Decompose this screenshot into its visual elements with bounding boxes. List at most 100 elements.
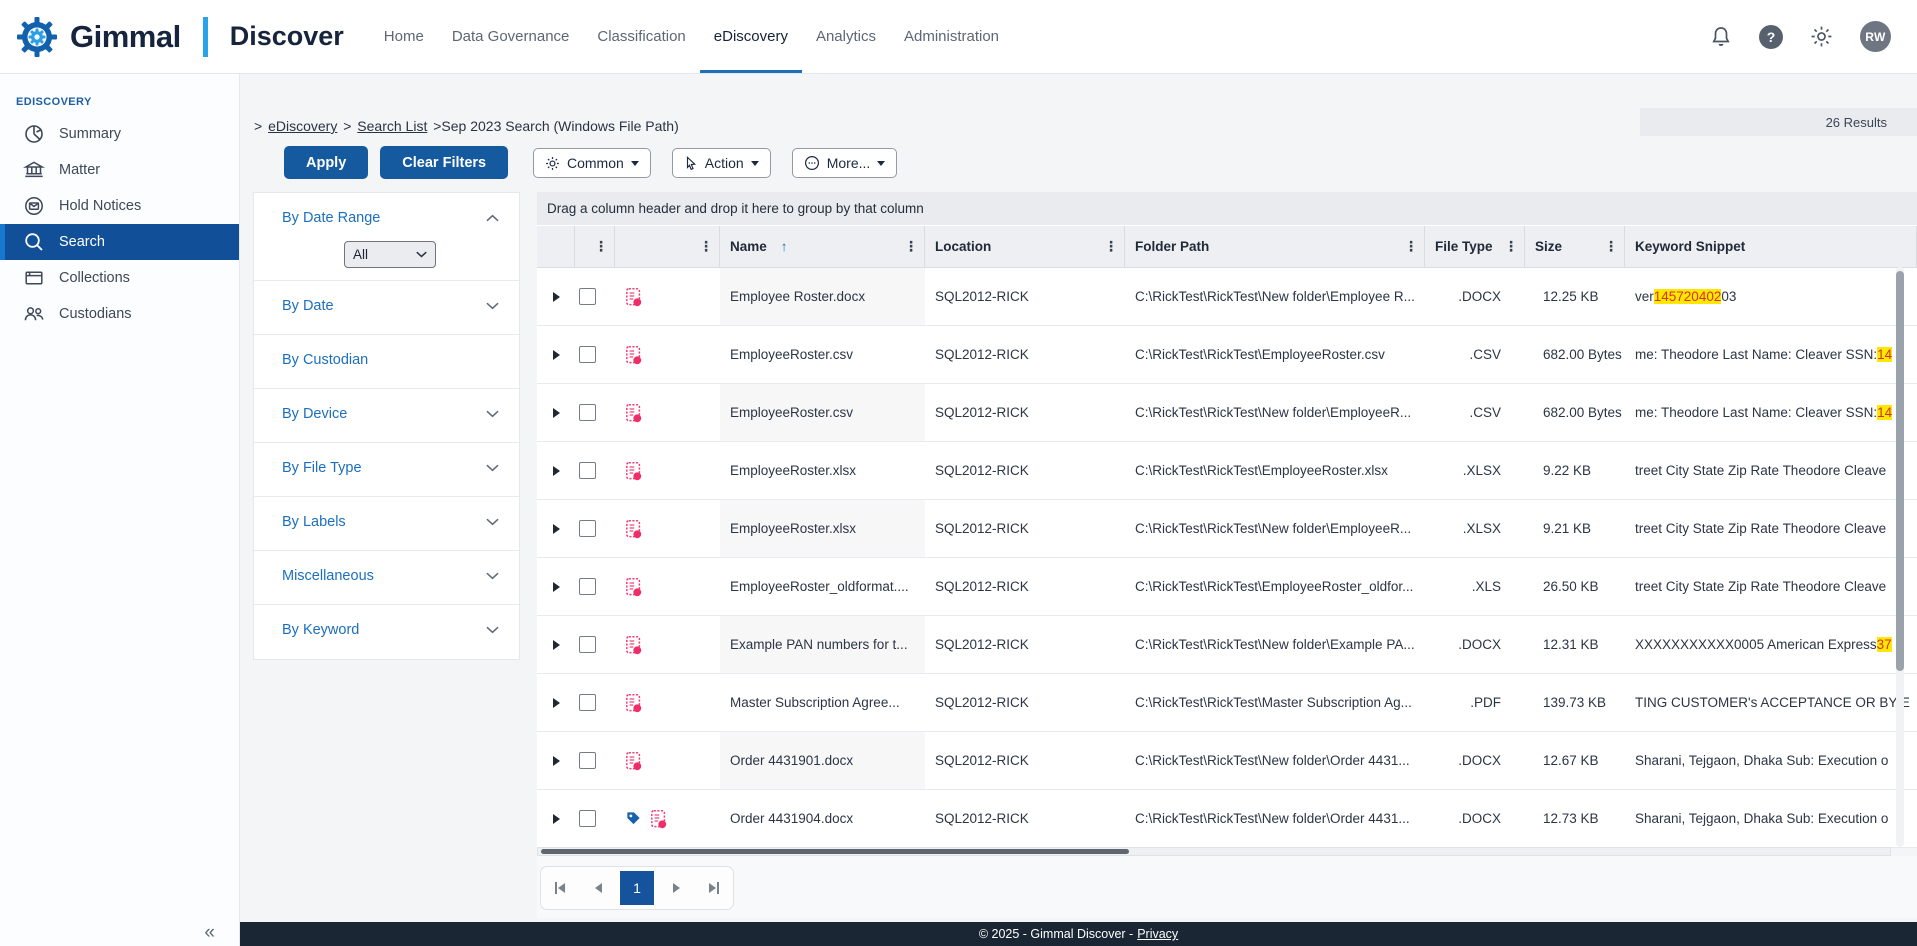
common-dropdown-button[interactable]: Common — [533, 148, 651, 178]
chevron-down-icon[interactable] — [486, 302, 499, 310]
row-checkbox[interactable] — [579, 578, 596, 595]
filter-section-label[interactable]: By File Type — [282, 460, 362, 476]
row-checkbox[interactable] — [579, 810, 596, 827]
filter-section-label[interactable]: By Date — [282, 298, 334, 314]
chevron-down-icon[interactable] — [486, 464, 499, 472]
column-menu-icon[interactable]: ⋮ — [1604, 238, 1618, 255]
filter-section-label[interactable]: By Device — [282, 406, 347, 422]
filter-section-label[interactable]: Miscellaneous — [282, 568, 374, 584]
bell-icon[interactable] — [1709, 25, 1733, 49]
column-menu-icon[interactable]: ⋮ — [1504, 238, 1518, 255]
table-row[interactable]: Example PAN numbers for t...SQL2012-RICK… — [537, 616, 1917, 674]
breadcrumb-link-search-list[interactable]: Search List — [357, 118, 427, 134]
cell-size: 682.00 Bytes — [1525, 384, 1625, 441]
filter-section-label[interactable]: By Keyword — [282, 622, 359, 638]
column-menu-icon[interactable]: ⋮ — [1404, 238, 1418, 255]
chevron-down-icon[interactable] — [486, 572, 499, 580]
pager-first-button[interactable] — [541, 867, 579, 909]
row-checkbox[interactable] — [579, 288, 596, 305]
table-row[interactable]: EmployeeRoster.csvSQL2012-RICKC:\RickTes… — [537, 326, 1917, 384]
pager-last-button[interactable] — [695, 867, 733, 909]
column-header-folder-path[interactable]: Folder Path⋮ — [1125, 226, 1425, 267]
sidebar-item-custodians[interactable]: Custodians — [0, 296, 239, 332]
row-expand-icon[interactable] — [553, 466, 560, 476]
row-checkbox[interactable] — [579, 694, 596, 711]
row-checkbox[interactable] — [579, 346, 596, 363]
app-logo[interactable]: Gimmal Discover — [14, 14, 344, 60]
table-row[interactable]: EmployeeRoster.xlsxSQL2012-RICKC:\RickTe… — [537, 442, 1917, 500]
more-dropdown-button[interactable]: More... — [792, 148, 898, 178]
vertical-scrollbar[interactable] — [1896, 267, 1904, 847]
table-row[interactable]: Employee Roster.docxSQL2012-RICKC:\RickT… — [537, 268, 1917, 326]
row-checkbox[interactable] — [579, 462, 596, 479]
sidebar-collapse-button[interactable]: « — [204, 922, 215, 944]
table-row[interactable]: Master Subscription Agree...SQL2012-RICK… — [537, 674, 1917, 732]
chevron-down-icon[interactable] — [486, 410, 499, 418]
row-expand-icon[interactable] — [553, 582, 560, 592]
row-expand-icon[interactable] — [553, 756, 560, 766]
row-expand-icon[interactable] — [553, 292, 560, 302]
row-expand-icon[interactable] — [553, 408, 560, 418]
row-expand-icon[interactable] — [553, 814, 560, 824]
table-row[interactable]: Order 4431904.docxSQL2012-RICKC:\RickTes… — [537, 790, 1917, 848]
group-drop-zone[interactable]: Drag a column header and drop it here to… — [537, 192, 1917, 226]
date-range-select[interactable]: All — [344, 241, 436, 268]
column-header-location[interactable]: Location⋮ — [925, 226, 1125, 267]
column-header-name[interactable]: Name↑⋮ — [720, 226, 925, 267]
filter-section-label[interactable]: By Labels — [282, 514, 346, 530]
table-row[interactable]: EmployeeRoster.csvSQL2012-RICKC:\RickTes… — [537, 384, 1917, 442]
row-expand-icon[interactable] — [553, 350, 560, 360]
filter-section-label[interactable]: By Date Range — [282, 210, 380, 226]
table-row[interactable]: EmployeeRoster_oldformat....SQL2012-RICK… — [537, 558, 1917, 616]
sidebar-item-hold-notices[interactable]: Hold Notices — [0, 188, 239, 224]
column-menu-icon[interactable]: ⋮ — [594, 238, 608, 255]
sidebar: EDISCOVERY SummaryMatterHold NoticesSear… — [0, 74, 240, 946]
row-expand-icon[interactable] — [553, 640, 560, 650]
nav-item-analytics[interactable]: Analytics — [802, 0, 890, 73]
row-checkbox[interactable] — [579, 636, 596, 653]
column-header-file-type[interactable]: File Type⋮ — [1425, 226, 1525, 267]
apply-button[interactable]: Apply — [284, 146, 368, 179]
column-header-size[interactable]: Size⋮ — [1525, 226, 1625, 267]
pager-previous-button[interactable] — [579, 867, 617, 909]
horizontal-scrollbar-thumb[interactable] — [541, 849, 1129, 854]
row-checkbox[interactable] — [579, 752, 596, 769]
filter-section-label[interactable]: By Custodian — [282, 352, 368, 368]
avatar[interactable]: RW — [1860, 21, 1891, 52]
nav-item-ediscovery[interactable]: eDiscovery — [700, 0, 802, 73]
clear-filters-button[interactable]: Clear Filters — [380, 146, 508, 179]
chevron-up-icon[interactable] — [486, 214, 499, 222]
table-row[interactable]: EmployeeRoster.xlsxSQL2012-RICKC:\RickTe… — [537, 500, 1917, 558]
document-icon — [625, 751, 643, 771]
footer-privacy-link[interactable]: Privacy — [1137, 927, 1178, 941]
column-menu-icon[interactable]: ⋮ — [699, 238, 713, 255]
table-row[interactable]: Order 4431901.docxSQL2012-RICKC:\RickTes… — [537, 732, 1917, 790]
cell-name: EmployeeRoster.csv — [720, 384, 925, 441]
chevron-down-icon[interactable] — [486, 626, 499, 634]
sidebar-item-collections[interactable]: Collections — [0, 260, 239, 296]
sidebar-item-search[interactable]: Search — [0, 224, 239, 260]
column-menu-icon[interactable]: ⋮ — [904, 238, 918, 255]
horizontal-scrollbar[interactable] — [537, 847, 1891, 856]
nav-item-home[interactable]: Home — [370, 0, 438, 73]
sidebar-item-summary[interactable]: Summary — [0, 116, 239, 152]
column-menu-icon[interactable]: ⋮ — [1104, 238, 1118, 255]
nav-item-data-governance[interactable]: Data Governance — [438, 0, 584, 73]
row-checkbox[interactable] — [579, 520, 596, 537]
action-dropdown-button[interactable]: Action — [672, 148, 771, 178]
row-expand-icon[interactable] — [553, 698, 560, 708]
vertical-scrollbar-thumb[interactable] — [1896, 271, 1904, 671]
breadcrumb-link-ediscovery[interactable]: eDiscovery — [268, 118, 337, 134]
help-icon[interactable]: ? — [1759, 25, 1783, 49]
gear-icon[interactable] — [1809, 24, 1834, 49]
cell-size: 9.21 KB — [1525, 500, 1625, 557]
pager-next-button[interactable] — [657, 867, 695, 909]
row-checkbox[interactable] — [579, 404, 596, 421]
sidebar-item-matter[interactable]: Matter — [0, 152, 239, 188]
nav-item-administration[interactable]: Administration — [890, 0, 1013, 73]
column-header-keyword-snippet[interactable]: Keyword Snippet — [1625, 226, 1917, 267]
row-expand-icon[interactable] — [553, 524, 560, 534]
chevron-down-icon[interactable] — [486, 518, 499, 526]
pager-page-1[interactable]: 1 — [620, 871, 654, 905]
nav-item-classification[interactable]: Classification — [583, 0, 699, 73]
